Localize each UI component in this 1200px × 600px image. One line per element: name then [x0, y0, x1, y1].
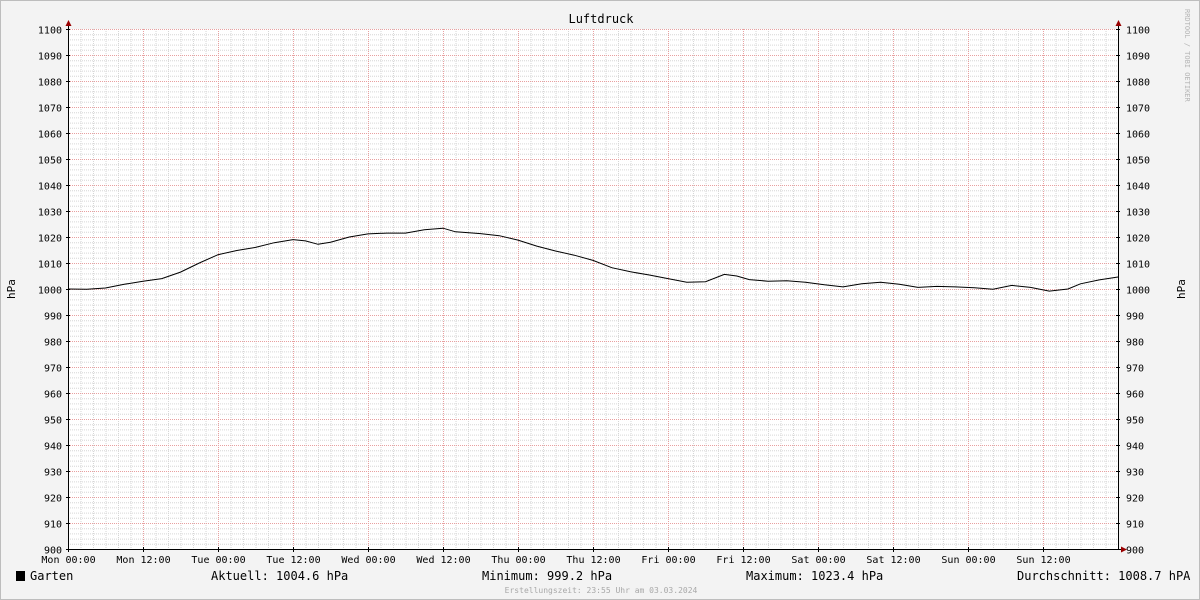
y-tick-label-left: 1000	[38, 286, 62, 297]
y-tick-label-left: 1030	[38, 208, 62, 219]
x-tick-label: Thu 12:00	[566, 555, 620, 566]
y-tick-label-left: 910	[44, 520, 62, 531]
y-tick-label-right: 1050	[1126, 156, 1150, 167]
x-tick-label: Sun 00:00	[941, 555, 995, 566]
y-tick-label-left: 1070	[38, 104, 62, 115]
y-tick-label-right: 1020	[1126, 234, 1150, 245]
y-tick-label-right: 1060	[1126, 130, 1150, 141]
y-tick-label-left: 920	[44, 494, 62, 505]
y-tick-label-right: 1000	[1126, 286, 1150, 297]
y-tick-label-right: 900	[1126, 546, 1144, 557]
y-tick-label-right: 960	[1126, 390, 1144, 401]
legend-swatch	[16, 571, 25, 581]
y-tick-label-right: 990	[1126, 312, 1144, 323]
stat-minimum: Minimum: 999.2 hPa	[482, 569, 613, 583]
y-axis-arrow-left	[65, 20, 72, 26]
y-tick-labels-left: 9009109209309409509609709809901000101010…	[38, 26, 62, 557]
y-tick-label-left: 1100	[38, 26, 62, 37]
x-tick-label: Sat 00:00	[791, 555, 845, 566]
y-tick-labels-right: 900 910 920 930 940 950 960 970 980 990 1000 1010 10…	[1126, 26, 1150, 557]
y-axis-label-right: hPa	[1175, 279, 1188, 299]
y-tick-label-left: 1010	[38, 260, 62, 271]
x-tick-label: Tue 12:00	[266, 555, 320, 566]
stat-average: Durchschnitt: 1008.7 hPA	[1017, 569, 1191, 583]
legend-item-garten: Garten	[16, 569, 73, 583]
x-tick-label: Mon 12:00	[116, 555, 170, 566]
y-axis-label-left: hPa	[5, 279, 18, 299]
y-tick-label-right: 1080	[1126, 78, 1150, 89]
chart-window: Luftdruck RRDTOOL / TOBI OETIKER 900 910 9…	[0, 0, 1200, 600]
y-tick-label-left: 1050	[38, 156, 62, 167]
y-tick-label-left: 1080	[38, 78, 62, 89]
y-tick-label-right: 980	[1126, 338, 1144, 349]
y-tick-label-left: 940	[44, 442, 62, 453]
y-tick-label-left: 1060	[38, 130, 62, 141]
x-tick-label: Sat 12:00	[866, 555, 920, 566]
y-tick-label-right: 1010	[1126, 260, 1150, 271]
y-tick-label-left: 980	[44, 338, 62, 349]
y-axis-arrow-right	[1115, 20, 1122, 26]
y-tick-label-left: 950	[44, 416, 62, 427]
y-tick-label-right: 910	[1126, 520, 1144, 531]
y-tick-label-left: 990	[44, 312, 62, 323]
legend-series-name: Garten	[30, 569, 74, 583]
y-tick-label-left: 960	[44, 390, 62, 401]
x-tick-label: Wed 00:00	[341, 555, 395, 566]
y-tick-label-right: 970	[1126, 364, 1144, 375]
y-tick-label-left: 1040	[38, 182, 62, 193]
y-tick-label-left: 1020	[38, 234, 62, 245]
y-tick-label-right: 1090	[1126, 52, 1150, 63]
y-tick-label-right: 1070	[1126, 104, 1150, 115]
creation-time-note: Erstellungszeit: 23:55 Uhr am 03.03.2024	[504, 586, 698, 595]
x-tick-label: Sun 12:00	[1016, 555, 1070, 566]
y-tick-label-left: 1090	[38, 52, 62, 63]
x-tick-label: Tue 00:00	[191, 555, 245, 566]
stat-maximum: Maximum: 1023.4 hPa	[746, 569, 884, 583]
y-tick-label-right: 950	[1126, 416, 1144, 427]
x-tick-label: Fri 12:00	[716, 555, 770, 566]
y-tick-label-right: 940	[1126, 442, 1144, 453]
y-tick-label-left: 970	[44, 364, 62, 375]
stat-current: Aktuell: 1004.6 hPa	[211, 569, 349, 583]
y-tick-label-right: 1100	[1126, 26, 1150, 37]
x-tick-label: Wed 12:00	[416, 555, 470, 566]
y-tick-label-right: 1030	[1126, 208, 1150, 219]
x-tick-label: Mon 00:00	[41, 555, 95, 566]
y-tick-label-left: 930	[44, 468, 62, 479]
x-tick-label: Thu 00:00	[491, 555, 545, 566]
x-tick-labels: Mon 00:00 Mon 12:00 Tue 00:00 Tue 12:00 Wed …	[41, 555, 1070, 566]
y-tick-label-right: 920	[1126, 494, 1144, 505]
x-tick-label: Fri 00:00	[641, 555, 695, 566]
line-chart: 900 910 920 930 940 950 960 970 980 990 1000 1010 10…	[5, 20, 1188, 566]
y-tick-label-right: 1040	[1126, 182, 1150, 193]
y-tick-label-right: 930	[1126, 468, 1144, 479]
